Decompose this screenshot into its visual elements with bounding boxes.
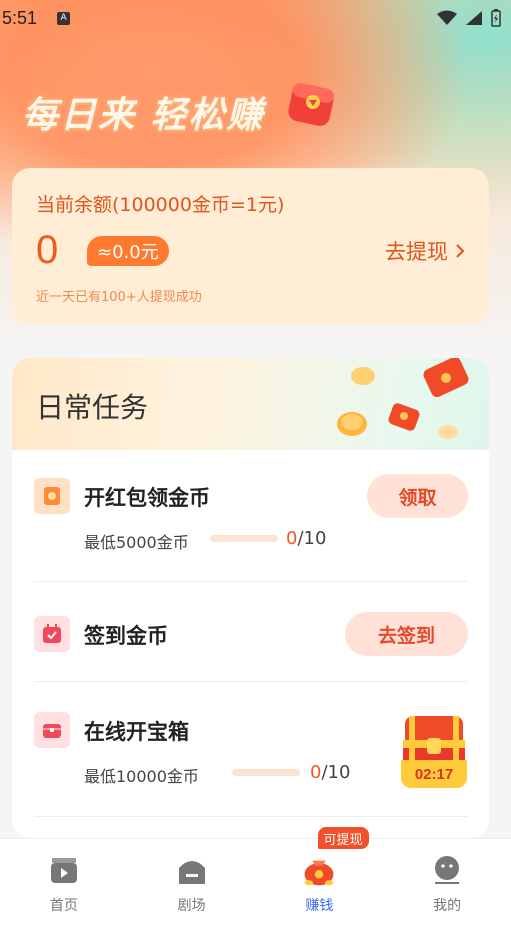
progress-bar bbox=[210, 535, 278, 542]
task-section-title: 日常任务 bbox=[36, 391, 149, 424]
nav-label: 剧场 bbox=[177, 898, 206, 914]
balance-label: 当前余额(100000金币=1元) bbox=[36, 194, 285, 216]
cash-equivalent-badge: ≈0.0元 bbox=[87, 236, 169, 266]
withdraw-label: 去提现 bbox=[385, 240, 448, 264]
chest-timer: 02:17 bbox=[401, 760, 467, 788]
nav-earn[interactable]: 可提现 赚钱 bbox=[256, 827, 384, 925]
money-bag-icon bbox=[302, 853, 336, 887]
theater-icon bbox=[175, 853, 209, 887]
nav-profile[interactable]: 我的 bbox=[383, 839, 511, 925]
task-subtitle: 最低10000金币 bbox=[84, 767, 199, 786]
nav-home[interactable]: 首页 bbox=[0, 839, 128, 925]
progress-bar bbox=[232, 769, 300, 776]
coins-decoration-icon bbox=[337, 358, 469, 439]
withdraw-note: 近一天已有100+人提现成功 bbox=[36, 290, 202, 305]
progress-count: 0/10 bbox=[310, 762, 351, 783]
battery-icon bbox=[491, 9, 501, 27]
divider bbox=[34, 816, 468, 817]
balance-card: 当前余额(100000金币=1元) 0 ≈0.0元 去提现 近一天已有100+人… bbox=[12, 168, 489, 324]
bottom-nav: 首页 剧场 可提现 赚钱 我的 bbox=[0, 827, 511, 925]
treasure-chest-button[interactable]: 02:17 bbox=[401, 712, 467, 788]
red-envelope-task-icon bbox=[34, 478, 70, 514]
task-subtitle: 最低5000金币 bbox=[84, 533, 189, 552]
checkin-button[interactable]: 去签到 bbox=[345, 612, 468, 656]
nav-label: 我的 bbox=[433, 898, 462, 914]
status-time: 5:51 bbox=[2, 7, 38, 28]
calendar-icon bbox=[34, 616, 70, 652]
withdraw-link[interactable]: 去提现 bbox=[385, 236, 465, 266]
signal-icon bbox=[466, 11, 482, 25]
status-icons bbox=[437, 9, 501, 27]
progress-count: 0/10 bbox=[286, 528, 327, 549]
withdraw-available-badge: 可提现 bbox=[317, 827, 369, 849]
divider bbox=[34, 681, 468, 682]
nav-label: 赚钱 bbox=[305, 898, 334, 914]
nav-label: 首页 bbox=[49, 898, 78, 914]
profile-icon bbox=[430, 853, 464, 887]
wifi-icon bbox=[437, 10, 457, 25]
status-bar: 5:51 A bbox=[0, 0, 511, 36]
chevron-right-icon bbox=[456, 244, 465, 258]
nav-theater[interactable]: 剧场 bbox=[128, 839, 256, 925]
task-name: 开红包领金币 bbox=[84, 486, 210, 510]
treasure-chest-task-icon bbox=[34, 712, 70, 748]
daily-tasks-card: 日常任务 开红包领金币 最低5000金币 0/10 领取 签到金币 去签到 在线… bbox=[12, 358, 489, 838]
task-header: 日常任务 bbox=[12, 358, 489, 450]
divider bbox=[34, 581, 468, 582]
status-a-icon: A bbox=[57, 11, 71, 25]
clapper-icon bbox=[47, 853, 81, 887]
task-row-red-envelope: 开红包领金币 最低5000金币 0/10 领取 bbox=[34, 474, 468, 554]
headline: 每日来 轻松赚 bbox=[22, 95, 265, 136]
task-row-checkin: 签到金币 去签到 bbox=[34, 612, 468, 660]
task-name: 在线开宝箱 bbox=[84, 720, 189, 744]
coin-balance: 0 bbox=[36, 228, 59, 272]
claim-button[interactable]: 领取 bbox=[367, 474, 468, 518]
red-envelope-icon bbox=[288, 83, 335, 126]
task-name: 签到金币 bbox=[84, 624, 168, 648]
